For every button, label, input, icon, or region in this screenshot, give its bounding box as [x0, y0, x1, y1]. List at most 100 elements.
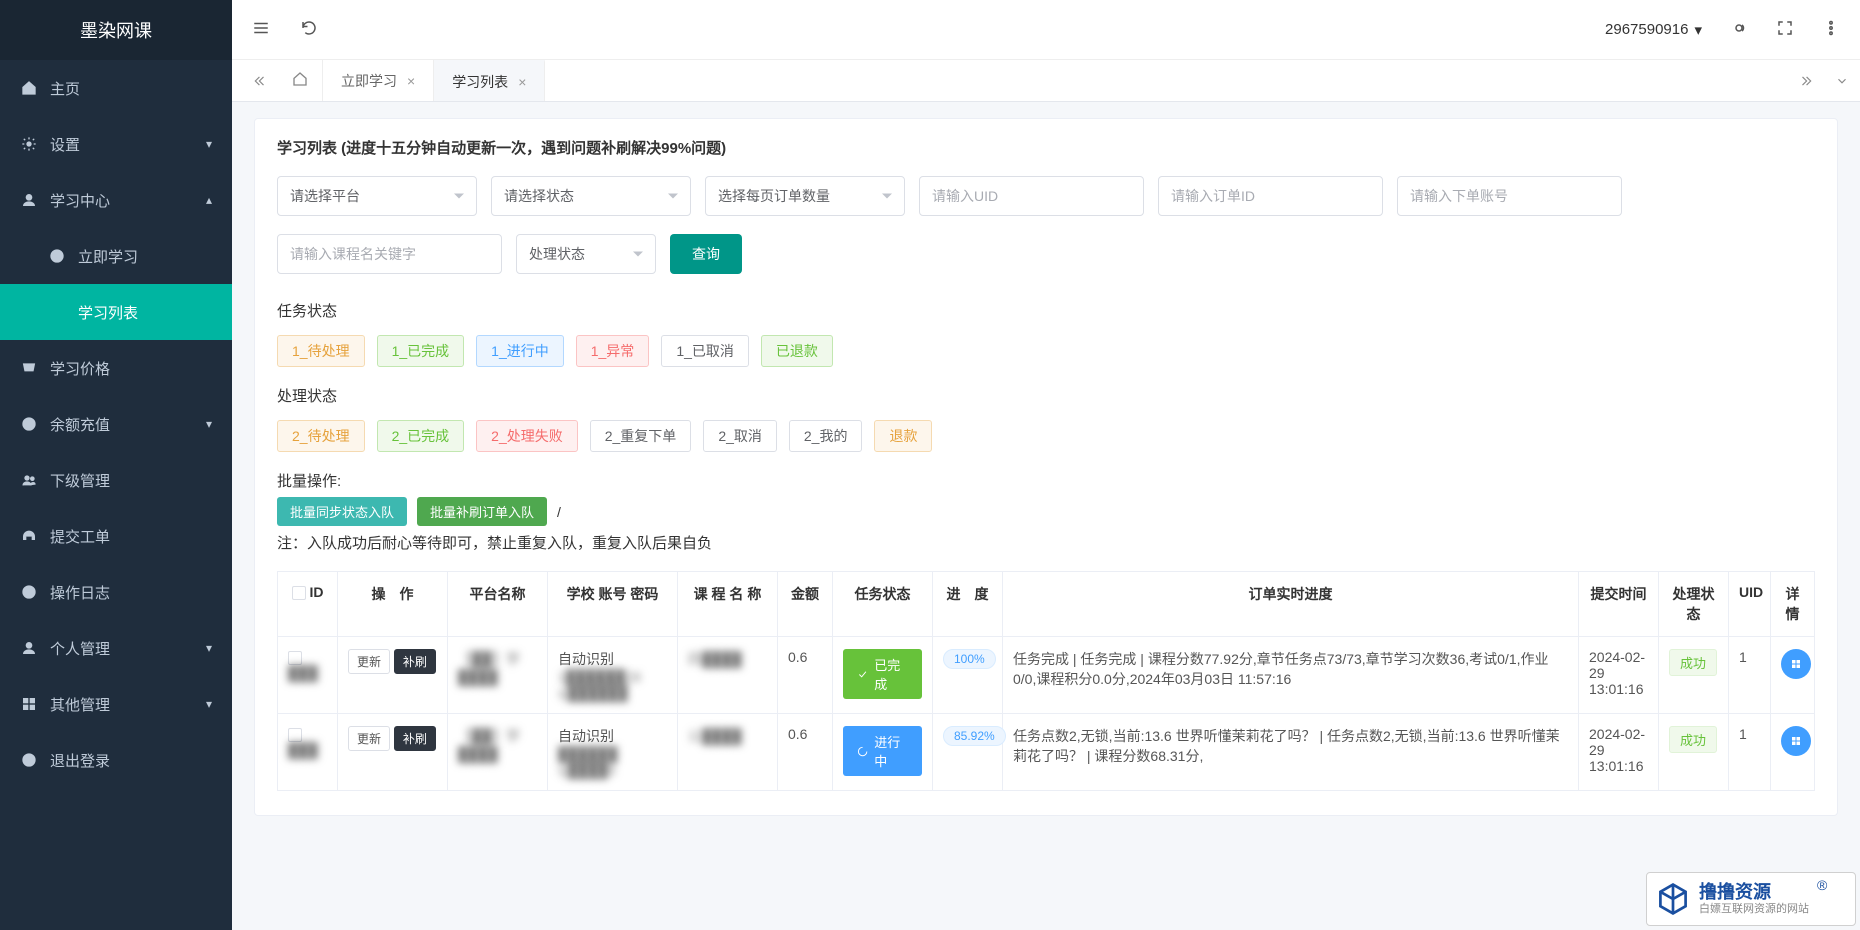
- filters: 请选择平台 请选择状态 选择每页订单数量 处理状态 查询: [277, 176, 1815, 274]
- tabs-next-icon[interactable]: [1788, 60, 1824, 101]
- sidebar-item[interactable]: 主页: [0, 60, 232, 116]
- bulk-op-button[interactable]: 批量同步状态入队: [277, 497, 407, 526]
- sidebar-item[interactable]: 操作日志: [0, 564, 232, 620]
- update-button[interactable]: 更新: [348, 649, 390, 674]
- detail-button[interactable]: [1781, 726, 1811, 756]
- sidebar-item[interactable]: 个人管理▾: [0, 620, 232, 676]
- row-checkbox[interactable]: [288, 651, 302, 665]
- orderid-input[interactable]: [1158, 176, 1383, 216]
- user-dropdown[interactable]: 2967590916 ▾: [1605, 21, 1702, 39]
- chevron-down-icon: ▾: [1694, 21, 1702, 39]
- bulk-ops: 批量同步状态入队批量补刷订单入队 /: [277, 497, 1815, 526]
- table-header: 学校 账号 密码: [548, 572, 678, 637]
- menu-label: 余额充值: [50, 414, 110, 435]
- status-tag[interactable]: 已退款: [761, 335, 833, 367]
- table-header: 进 度: [933, 572, 1003, 637]
- menu-label: 主页: [50, 78, 80, 99]
- sidebar-item[interactable]: 下级管理: [0, 452, 232, 508]
- more-icon[interactable]: [1822, 19, 1840, 40]
- bulk-op-button[interactable]: 批量补刷订单入队: [417, 497, 547, 526]
- status-tag[interactable]: 1_异常: [576, 335, 650, 367]
- theme-icon[interactable]: [1730, 19, 1748, 40]
- gear-icon: [20, 135, 38, 153]
- sidebar-item[interactable]: 学习价格: [0, 340, 232, 396]
- rebrush-button[interactable]: 补刷: [394, 649, 436, 674]
- table-header: 平台名称: [448, 572, 548, 637]
- menu-label: 设置: [50, 134, 80, 155]
- sidebar-item[interactable]: 学习列表: [0, 284, 232, 340]
- home-icon: [20, 79, 38, 97]
- orders-table: ID操 作平台名称学校 账号 密码课 程 名 称金额任务状态进 度订单实时进度提…: [277, 571, 1815, 791]
- sidebar-item[interactable]: 设置▾: [0, 116, 232, 172]
- rebrush-button[interactable]: 补刷: [394, 726, 436, 751]
- course-input[interactable]: [277, 234, 502, 274]
- panel: 学习列表 (进度十五分钟自动更新一次，遇到问题补刷解决99%问题) 请选择平台 …: [254, 118, 1838, 816]
- table-row: ███更新 补刷【██】学████自动识别 ██████ sj████6公███…: [278, 714, 1815, 791]
- status-tag[interactable]: 1_已取消: [661, 335, 749, 367]
- table-row: ███更新 补刷【██】学████自动识别 1██████28 sj██████…: [278, 637, 1815, 714]
- users-icon: [20, 471, 38, 489]
- fullscreen-icon[interactable]: [1776, 19, 1794, 40]
- sidebar-item[interactable]: 学习中心▴: [0, 172, 232, 228]
- tabs-prev-icon[interactable]: [242, 60, 278, 101]
- app-logo: 墨染网课: [0, 0, 232, 60]
- menu-label: 立即学习: [78, 246, 138, 267]
- close-icon[interactable]: ×: [518, 74, 526, 90]
- topbar: 2967590916 ▾: [232, 0, 1860, 60]
- account-input[interactable]: [1397, 176, 1622, 216]
- table-header: 操 作: [338, 572, 448, 637]
- tab[interactable]: 立即学习 ×: [323, 60, 434, 101]
- status-tag[interactable]: 2_已完成: [377, 420, 465, 452]
- row-checkbox[interactable]: [288, 728, 302, 742]
- status-tag[interactable]: 1_已完成: [377, 335, 465, 367]
- submitted-time: 2024-02-29 13:01:16: [1579, 637, 1659, 714]
- sidebar: 墨染网课 主页设置▾学习中心▴立即学习学习列表学习价格余额充值▾下级管理提交工单…: [0, 0, 232, 930]
- status-select[interactable]: 请选择状态: [491, 176, 691, 216]
- collapse-menu-icon[interactable]: [252, 19, 270, 40]
- chevron-down-icon: ▾: [206, 697, 212, 711]
- status-tag[interactable]: 2_处理失败: [476, 420, 578, 452]
- status-tag[interactable]: 2_我的: [789, 420, 863, 452]
- status-tag[interactable]: 2_重复下单: [590, 420, 692, 452]
- sidebar-item[interactable]: 提交工单: [0, 508, 232, 564]
- tabbar: 立即学习×学习列表×: [232, 60, 1860, 102]
- menu-label: 学习中心: [50, 190, 110, 211]
- proc-select[interactable]: 处理状态: [516, 234, 656, 274]
- menu-label: 学习列表: [78, 302, 138, 323]
- panel-title: 学习列表 (进度十五分钟自动更新一次，遇到问题补刷解决99%问题): [277, 137, 1815, 158]
- table-header: 订单实时进度: [1003, 572, 1579, 637]
- uid: 1: [1729, 714, 1771, 791]
- menu-label: 退出登录: [50, 750, 110, 771]
- proc-status-badge: 成功: [1669, 649, 1717, 676]
- uid-input[interactable]: [919, 176, 1144, 216]
- status-tag[interactable]: 退款: [874, 420, 932, 452]
- platform-select[interactable]: 请选择平台: [277, 176, 477, 216]
- tab-home[interactable]: [278, 60, 323, 101]
- user-icon: [20, 639, 38, 657]
- yen-icon: [20, 415, 38, 433]
- tabs-menu-icon[interactable]: [1824, 60, 1860, 101]
- refresh-icon[interactable]: [300, 19, 318, 40]
- yen-icon: [20, 583, 38, 601]
- task-status-badge: 已完成: [843, 649, 922, 699]
- status-tag[interactable]: 1_待处理: [277, 335, 365, 367]
- sidebar-item[interactable]: 退出登录: [0, 732, 232, 788]
- close-icon[interactable]: ×: [407, 73, 415, 89]
- status-tag[interactable]: 2_取消: [703, 420, 777, 452]
- sidebar-item[interactable]: 余额充值▾: [0, 396, 232, 452]
- watermark-logo-icon: [1655, 881, 1691, 917]
- status-tag[interactable]: 1_进行中: [476, 335, 564, 367]
- tab[interactable]: 学习列表×: [434, 60, 545, 101]
- table-header: 详情: [1771, 572, 1815, 637]
- query-button[interactable]: 查询: [670, 234, 742, 274]
- status-tag[interactable]: 2_待处理: [277, 420, 365, 452]
- table-header: 任务状态: [833, 572, 933, 637]
- tab-label: 立即学习: [341, 71, 397, 91]
- update-button[interactable]: 更新: [348, 726, 390, 751]
- detail-button[interactable]: [1781, 649, 1811, 679]
- select-all-checkbox[interactable]: [292, 586, 306, 600]
- pagesize-select[interactable]: 选择每页订单数量: [705, 176, 905, 216]
- submitted-time: 2024-02-29 13:01:16: [1579, 714, 1659, 791]
- sidebar-item[interactable]: 其他管理▾: [0, 676, 232, 732]
- sidebar-item[interactable]: 立即学习: [0, 228, 232, 284]
